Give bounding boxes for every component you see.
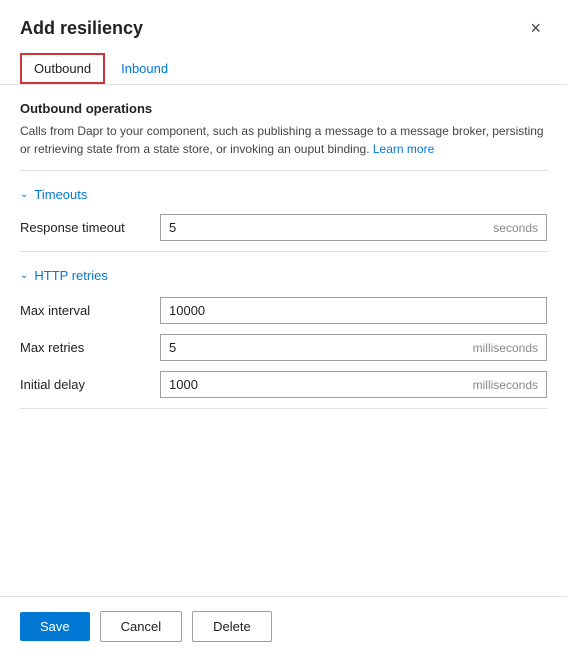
timeouts-label: Timeouts: [34, 187, 87, 202]
dialog-footer: Save Cancel Delete: [0, 596, 567, 656]
http-retries-fields: Max interval Max retries milliseconds In…: [20, 297, 547, 398]
initial-delay-input-wrapper: milliseconds: [160, 371, 547, 398]
http-retries-chevron-icon: ⌄: [20, 270, 28, 281]
tab-inbound[interactable]: Inbound: [109, 53, 180, 84]
delete-button[interactable]: Delete: [192, 611, 272, 642]
timeouts-chevron-icon: ⌄: [20, 189, 28, 200]
cancel-button[interactable]: Cancel: [100, 611, 182, 642]
max-retries-input[interactable]: [161, 335, 465, 360]
max-interval-input-wrapper: [160, 297, 547, 324]
timeouts-header[interactable]: ⌄ Timeouts: [20, 181, 547, 208]
http-retries-header[interactable]: ⌄ HTTP retries: [20, 262, 547, 289]
outbound-section-desc: Calls from Dapr to your component, such …: [20, 122, 547, 158]
divider-2: [20, 251, 547, 252]
initial-delay-input[interactable]: [161, 372, 465, 397]
initial-delay-row: Initial delay milliseconds: [20, 371, 547, 398]
max-retries-row: Max retries milliseconds: [20, 334, 547, 361]
max-interval-input[interactable]: [161, 298, 546, 323]
initial-delay-label: Initial delay: [20, 377, 160, 392]
response-timeout-row: Response timeout seconds: [20, 214, 547, 241]
learn-more-link[interactable]: Learn more: [373, 142, 434, 156]
response-timeout-label: Response timeout: [20, 220, 160, 235]
tab-outbound[interactable]: Outbound: [20, 53, 105, 84]
max-interval-label: Max interval: [20, 303, 160, 318]
max-retries-input-wrapper: milliseconds: [160, 334, 547, 361]
divider-1: [20, 170, 547, 171]
http-retries-label: HTTP retries: [34, 268, 107, 283]
save-button[interactable]: Save: [20, 612, 90, 641]
dialog-header: Add resiliency ×: [0, 0, 567, 53]
add-resiliency-dialog: Add resiliency × Outbound Inbound Outbou…: [0, 0, 567, 656]
dialog-content: Outbound operations Calls from Dapr to y…: [0, 85, 567, 596]
max-retries-suffix: milliseconds: [465, 336, 546, 360]
tabs-bar: Outbound Inbound: [0, 53, 567, 85]
max-retries-label: Max retries: [20, 340, 160, 355]
response-timeout-suffix: seconds: [485, 216, 546, 240]
outbound-section-title: Outbound operations: [20, 101, 547, 116]
dialog-title: Add resiliency: [20, 18, 143, 39]
close-button[interactable]: ×: [524, 16, 547, 41]
divider-3: [20, 408, 547, 409]
initial-delay-suffix: milliseconds: [465, 373, 546, 397]
response-timeout-input[interactable]: [161, 215, 485, 240]
response-timeout-input-wrapper: seconds: [160, 214, 547, 241]
desc-text: Calls from Dapr to your component, such …: [20, 124, 544, 156]
max-interval-row: Max interval: [20, 297, 547, 324]
